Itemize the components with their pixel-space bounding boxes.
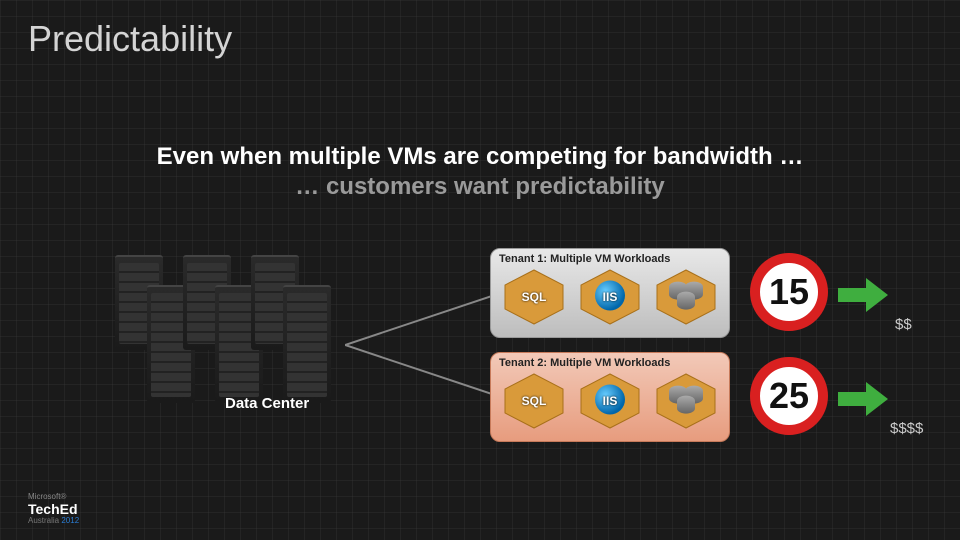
tenant-1-panel: Tenant 1: Multiple VM Workloads SQL IIS <box>490 248 730 338</box>
footer-logo: Microsoft® TechEd Australia 2012 <box>28 493 79 526</box>
vm-sql-label: SQL <box>522 394 547 408</box>
vm-db-icon <box>653 372 719 430</box>
database-icon <box>669 386 703 414</box>
vm-iis-label: IIS <box>603 394 618 408</box>
vm-sql-label: SQL <box>522 290 547 304</box>
datacenter-label: Data Center <box>225 395 309 412</box>
vm-iis-label: IIS <box>603 290 618 304</box>
slide-title: Predictability <box>28 18 232 60</box>
footer-brand-text: TechEd <box>28 501 78 517</box>
arrow-right-icon <box>838 382 888 416</box>
tenant-2-cost: $$$$ <box>890 420 923 437</box>
tenant-2-vms: SQL IIS <box>499 372 721 430</box>
tenant-1-metric: 15 <box>750 253 828 331</box>
database-icon <box>669 282 703 310</box>
footer-brand: TechEd <box>28 502 79 517</box>
vm-db-icon <box>653 268 719 326</box>
connector-lines-icon <box>345 280 495 410</box>
vm-sql-icon: SQL <box>501 372 567 430</box>
vm-sql-icon: SQL <box>501 268 567 326</box>
subtitle-line-1: Even when multiple VMs are competing for… <box>0 142 960 172</box>
tenant-2-label: Tenant 2: Multiple VM Workloads <box>499 357 721 369</box>
tenant-1-label: Tenant 1: Multiple VM Workloads <box>499 253 721 265</box>
footer-year: 2012 <box>61 516 79 525</box>
vm-iis-icon: IIS <box>577 372 643 430</box>
subtitle-line-2: … customers want predictability <box>0 172 960 202</box>
footer-region-text: Australia <box>28 516 59 525</box>
vm-iis-icon: IIS <box>577 268 643 326</box>
datacenter-graphic <box>115 255 355 415</box>
slide-subtitle: Even when multiple VMs are competing for… <box>0 142 960 202</box>
server-rack-icon <box>283 285 331 403</box>
tenant-1-cost: $$ <box>895 316 912 333</box>
footer-region: Australia 2012 <box>28 517 79 526</box>
tenant-1-vms: SQL IIS <box>499 268 721 326</box>
arrow-right-icon <box>838 278 888 312</box>
tenant-2-panel: Tenant 2: Multiple VM Workloads SQL IIS <box>490 352 730 442</box>
tenant-2-metric: 25 <box>750 357 828 435</box>
